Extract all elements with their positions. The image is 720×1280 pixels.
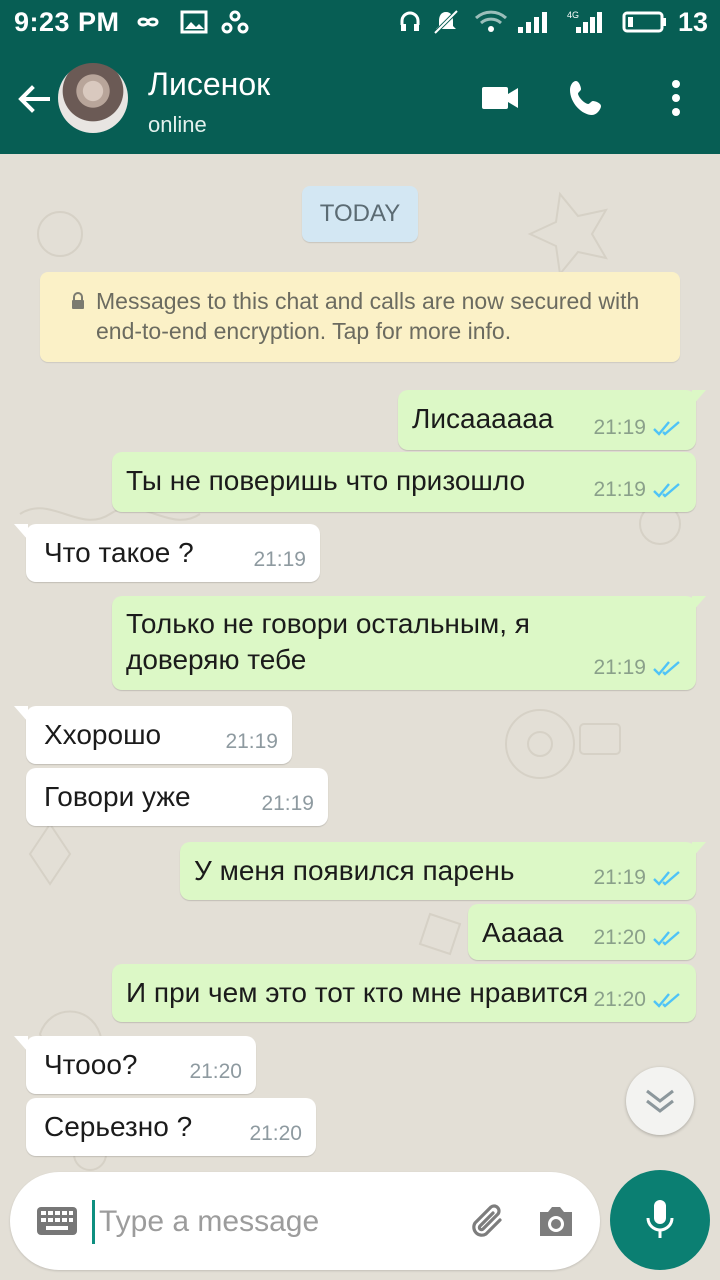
- message-text: Ххорошо: [44, 719, 162, 750]
- message-input[interactable]: [92, 1200, 452, 1244]
- contact-status: online: [148, 112, 207, 137]
- more-options-icon[interactable]: [668, 78, 684, 118]
- battery-icon: [622, 11, 666, 33]
- network-type-label: 4G: [567, 10, 579, 20]
- message-incoming[interactable]: Чтооо? 21:20: [14, 1036, 256, 1094]
- message-time: 21:20: [189, 1060, 242, 1083]
- message-time: 21:20: [249, 1122, 302, 1145]
- microphone-button[interactable]: [610, 1170, 710, 1270]
- bubble-tail: [692, 842, 706, 858]
- bubble-tail: [14, 524, 28, 540]
- microphone-icon: [646, 1200, 674, 1238]
- message-incoming[interactable]: Что такое ? 21:19: [14, 524, 320, 582]
- message-time: 21:19: [225, 730, 278, 753]
- message-text: Серьезно ?: [44, 1111, 193, 1142]
- double-check-icon: [653, 421, 680, 436]
- wifi-icon: [474, 10, 508, 32]
- infinity-icon: [137, 17, 159, 27]
- status-time: 9:23 PM: [14, 7, 120, 37]
- message-incoming[interactable]: Говори уже 21:19: [26, 768, 328, 826]
- double-check-icon: [653, 931, 680, 946]
- message-text: Чтооо?: [44, 1049, 138, 1080]
- double-check-icon: [653, 993, 680, 1008]
- double-check-icon: [653, 483, 680, 498]
- message-outgoing[interactable]: Лисааааaa 21:19: [398, 390, 706, 450]
- chat-header: Лисенок online: [0, 44, 720, 154]
- message-time: 21:19: [593, 656, 646, 679]
- message-outgoing[interactable]: Ты не поверишь что призошло 21:19: [112, 452, 696, 512]
- bubble-tail: [692, 596, 706, 612]
- chat-area[interactable]: TODAY Messages to this chat and calls ar…: [0, 154, 720, 1280]
- video-call-icon[interactable]: [480, 84, 520, 112]
- mute-bell-icon: [433, 9, 459, 35]
- status-bar: 9:23 PM 4G 13: [0, 0, 720, 44]
- battery-level: 13: [677, 7, 708, 37]
- share-icon: [221, 10, 249, 34]
- bubble-tail: [692, 390, 706, 406]
- scroll-to-bottom-button[interactable]: [626, 1067, 694, 1135]
- contact-name[interactable]: Лисенок: [148, 66, 270, 103]
- signal-icon-2: 4G: [567, 10, 602, 33]
- camera-icon[interactable]: [534, 1200, 578, 1244]
- message-text: Что такое ?: [44, 537, 194, 568]
- message-time: 21:20: [593, 926, 646, 949]
- encryption-notice[interactable]: Messages to this chat and calls are now …: [40, 272, 680, 362]
- message-time: 21:19: [593, 416, 646, 439]
- double-check-icon: [653, 871, 680, 886]
- message-outgoing[interactable]: И при чем это тот кто мне нравится 21:20: [112, 964, 696, 1022]
- message-composer: [10, 1172, 600, 1270]
- avatar[interactable]: [58, 63, 128, 133]
- message-incoming[interactable]: Ххорошо 21:19: [14, 706, 292, 764]
- message-time: 21:19: [593, 866, 646, 889]
- message-outgoing[interactable]: Только не говори остальным, я доверяю те…: [112, 596, 706, 690]
- image-icon: [180, 10, 208, 34]
- message-time: 21:19: [253, 548, 306, 571]
- message-outgoing[interactable]: У меня появился парень 21:19: [180, 842, 706, 900]
- message-time: 21:19: [261, 792, 314, 815]
- message-text: Только не говори остальным, я доверяю те…: [126, 608, 530, 675]
- message-time: 21:19: [593, 478, 646, 501]
- bubble-tail: [14, 706, 28, 722]
- lock-icon: [72, 292, 84, 309]
- headset-icon: [400, 11, 420, 31]
- encryption-notice-text: Messages to this chat and calls are now …: [96, 288, 640, 344]
- message-text: Ааааа: [482, 917, 564, 948]
- double-check-icon: [653, 661, 680, 676]
- paperclip-icon[interactable]: [466, 1200, 510, 1244]
- message-text: Лисааааaa: [412, 403, 554, 434]
- keyboard-icon[interactable]: [36, 1206, 78, 1236]
- signal-icon-1: [518, 12, 547, 33]
- date-divider: TODAY: [302, 186, 418, 242]
- message-text: У меня появился парень: [194, 855, 515, 886]
- message-outgoing[interactable]: Ааааа 21:20: [468, 904, 696, 960]
- message-time: 21:20: [593, 988, 646, 1011]
- voice-call-icon[interactable]: [567, 78, 607, 118]
- message-text: И при чем это тот кто мне нравится: [126, 977, 589, 1008]
- double-chevron-down-icon: [646, 1089, 674, 1113]
- message-text: Говори уже: [44, 781, 191, 812]
- message-incoming[interactable]: Серьезно ? 21:20: [26, 1098, 316, 1156]
- message-text: Ты не поверишь что призошло: [126, 465, 526, 496]
- bubble-tail: [14, 1036, 28, 1052]
- back-arrow-icon[interactable]: [14, 79, 54, 119]
